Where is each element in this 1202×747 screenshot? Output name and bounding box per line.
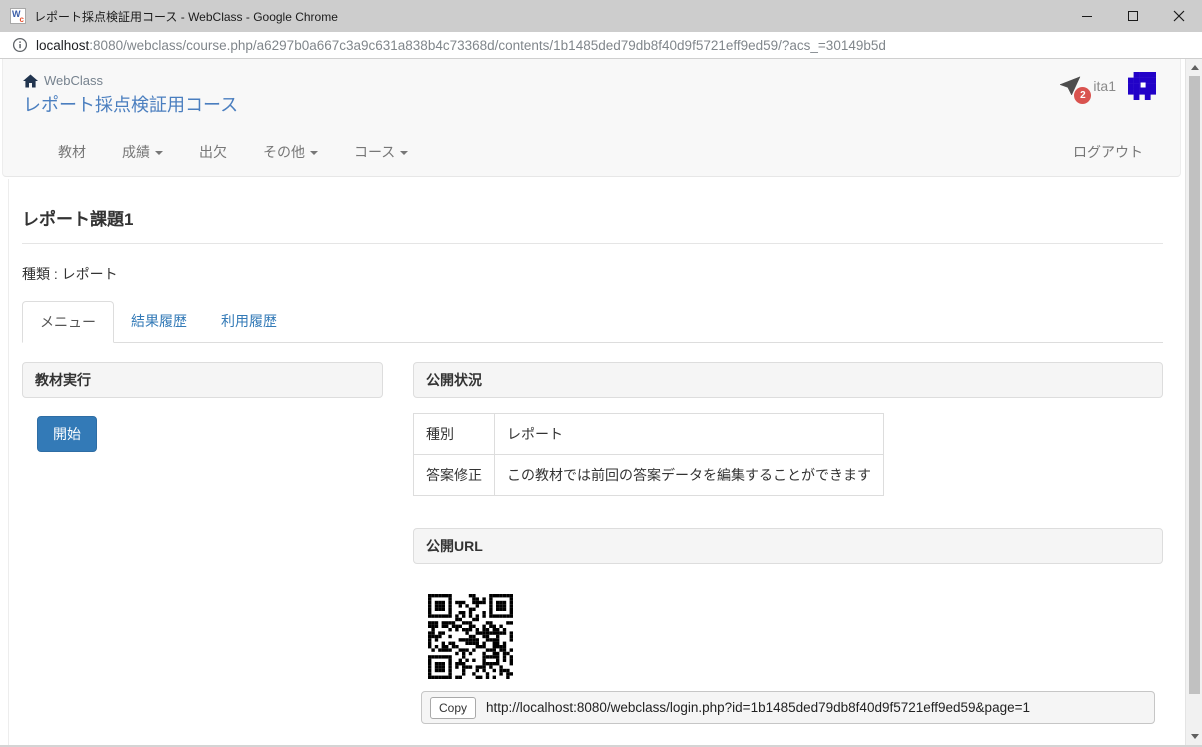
main-nav: 教材 成績 出欠 その他 コース bbox=[58, 142, 409, 162]
page-info-icon[interactable] bbox=[12, 37, 28, 53]
status-row-edit-label: 答案修正 bbox=[413, 454, 495, 496]
status-column: 公開状況 種別 レポート 答案修正 この教材では前回の答案データを編集することが… bbox=[413, 362, 1163, 724]
course-title-link[interactable]: レポート採点検証用コース bbox=[23, 91, 238, 117]
status-panel-heading: 公開状況 bbox=[413, 362, 1163, 398]
logout-link[interactable]: ログアウト bbox=[1073, 142, 1143, 162]
favicon-letter-c: c bbox=[19, 15, 24, 24]
minimize-icon bbox=[1082, 16, 1092, 17]
public-url-section: 公開URL Copy http://localhost:8080/webclas… bbox=[413, 528, 1163, 724]
nav-item-seiseki[interactable]: 成績 bbox=[122, 142, 163, 162]
scroll-down-button[interactable] bbox=[1186, 728, 1202, 745]
maximize-icon bbox=[1128, 11, 1138, 21]
close-button[interactable] bbox=[1156, 0, 1202, 32]
status-table: 種別 レポート 答案修正 この教材では前回の答案データを編集することができます bbox=[413, 413, 884, 496]
title-divider bbox=[22, 243, 1163, 244]
main-content: レポート課題1 種類 : レポート メニュー 結果履歴 利用履歴 教材実行 開始… bbox=[0, 177, 1185, 724]
url-host: localhost bbox=[36, 37, 90, 53]
messages-button[interactable]: 2 bbox=[1059, 76, 1092, 104]
window-controls bbox=[1064, 0, 1202, 32]
minimize-button[interactable] bbox=[1064, 0, 1110, 32]
tab-menu[interactable]: メニュー bbox=[22, 301, 114, 343]
brand-label: WebClass bbox=[44, 73, 104, 88]
qr-code bbox=[428, 594, 513, 679]
username-label: ita1 bbox=[1093, 78, 1116, 94]
url-path: :8080/webclass/course.php/a6297b0a667c3a… bbox=[89, 37, 886, 53]
scrollbar-thumb[interactable] bbox=[1189, 76, 1200, 694]
exec-column: 教材実行 開始 bbox=[22, 362, 383, 724]
window-title: レポート採点検証用コース - WebClass - Google Chrome bbox=[34, 9, 338, 24]
home-icon bbox=[23, 74, 38, 87]
table-row: 種別 レポート bbox=[413, 413, 884, 455]
copy-url-bar: Copy http://localhost:8080/webclass/logi… bbox=[421, 691, 1155, 724]
copy-button[interactable]: Copy bbox=[430, 696, 477, 719]
tab-result-history[interactable]: 結果履歴 bbox=[114, 301, 204, 343]
tab-bar: メニュー 結果履歴 利用履歴 bbox=[22, 301, 1163, 343]
window-titlebar: W c レポート採点検証用コース - WebClass - Google Chr… bbox=[0, 0, 1202, 32]
vertical-scrollbar[interactable] bbox=[1185, 59, 1202, 745]
browser-window: W c レポート採点検証用コース - WebClass - Google Chr… bbox=[0, 0, 1202, 747]
page-title: レポート課題1 bbox=[22, 210, 134, 229]
public-url-panel-heading: 公開URL bbox=[413, 528, 1163, 564]
public-url-text: http://localhost:8080/webclass/login.php… bbox=[486, 700, 1030, 715]
user-area: 2 ita1 bbox=[1059, 72, 1156, 104]
tab-usage-history[interactable]: 利用履歴 bbox=[204, 301, 294, 343]
home-link[interactable]: WebClass bbox=[3, 59, 1180, 88]
chevron-down-icon bbox=[400, 151, 409, 155]
status-row-type-label: 種別 bbox=[413, 413, 495, 455]
nav-item-shukketsu[interactable]: 出欠 bbox=[199, 142, 227, 162]
start-button[interactable]: 開始 bbox=[37, 416, 97, 452]
table-row: 答案修正 この教材では前回の答案データを編集することができます bbox=[413, 454, 884, 496]
site-header: WebClass レポート採点検証用コース 2 ita1 教材 成績 出欠 その… bbox=[2, 59, 1181, 177]
scroll-up-button[interactable] bbox=[1186, 59, 1202, 76]
content-left-hairline bbox=[8, 179, 9, 745]
close-icon bbox=[1173, 10, 1185, 22]
notification-badge: 2 bbox=[1074, 87, 1092, 104]
maximize-button[interactable] bbox=[1110, 0, 1156, 32]
nav-item-sonota[interactable]: その他 bbox=[263, 142, 318, 162]
chevron-down-icon bbox=[155, 151, 163, 155]
scroll-down-icon bbox=[1190, 734, 1199, 739]
address-bar[interactable]: localhost:8080/webclass/course.php/a6297… bbox=[0, 32, 1202, 59]
material-type-label: 種類 : レポート bbox=[22, 266, 118, 282]
chevron-down-icon bbox=[310, 151, 318, 155]
status-row-type-value: レポート bbox=[494, 413, 884, 455]
nav-item-course[interactable]: コース bbox=[354, 142, 409, 162]
nav-item-kyozai[interactable]: 教材 bbox=[58, 142, 86, 162]
user-avatar[interactable] bbox=[1128, 72, 1156, 100]
scroll-up-icon bbox=[1190, 65, 1199, 70]
status-row-edit-value: この教材では前回の答案データを編集することができます bbox=[494, 454, 884, 496]
webclass-page: WebClass レポート採点検証用コース 2 ita1 教材 成績 出欠 その… bbox=[0, 59, 1185, 745]
webclass-favicon-icon: W c bbox=[10, 8, 26, 24]
two-column-layout: 教材実行 開始 公開状況 種別 レポート 答案修正 この教材では前回の答案データ… bbox=[22, 362, 1163, 724]
url-text[interactable]: localhost:8080/webclass/course.php/a6297… bbox=[36, 38, 886, 53]
exec-panel-heading: 教材実行 bbox=[22, 362, 383, 398]
